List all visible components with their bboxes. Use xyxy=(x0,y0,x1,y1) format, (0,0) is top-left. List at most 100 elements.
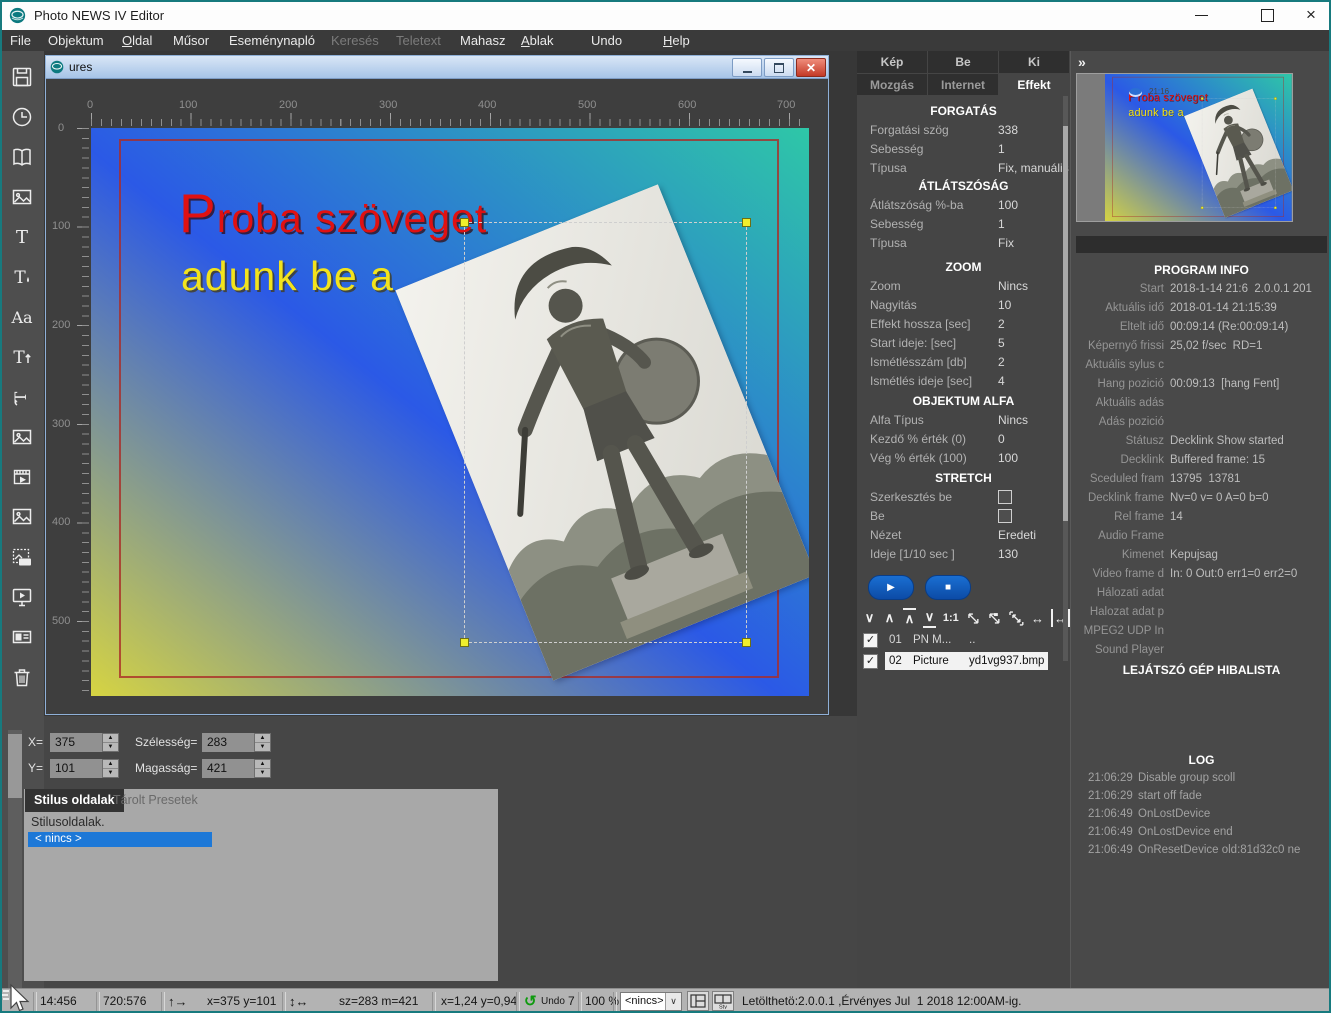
tab-mozgas[interactable]: Mozgás xyxy=(857,73,928,95)
alfa-tipus-value[interactable]: Nincs xyxy=(998,413,1028,427)
one-to-one-icon[interactable]: 1:1 xyxy=(943,609,959,627)
preview-clock: 21:16 xyxy=(1149,87,1169,96)
menu-help[interactable]: Help xyxy=(663,30,690,51)
layer1-checkbox[interactable]: ✓ xyxy=(863,633,878,648)
atlatszosag-value[interactable]: 100 xyxy=(998,198,1018,212)
tipusa2-value[interactable]: Fix xyxy=(998,236,1014,250)
card-icon[interactable] xyxy=(0,617,44,657)
text-up-icon[interactable]: T xyxy=(0,337,44,377)
book-icon[interactable] xyxy=(0,137,44,177)
stop-button[interactable]: ■ xyxy=(925,575,971,600)
gif-image-icon[interactable]: GIF xyxy=(0,537,44,577)
ismetles-ideje-value[interactable]: 4 xyxy=(998,374,1005,388)
minimize-button[interactable] xyxy=(1178,0,1224,30)
undo-icon[interactable]: ↺ xyxy=(524,989,537,1013)
tab-kep[interactable]: Kép xyxy=(857,51,928,73)
section-forgatas: FORGATÁS xyxy=(857,102,1070,120)
nagyitas-value[interactable]: 10 xyxy=(998,298,1011,312)
move-up-icon[interactable]: ∧ xyxy=(883,609,896,627)
selection-box[interactable] xyxy=(464,222,747,643)
selection-handle-tl[interactable] xyxy=(460,218,469,227)
menu-objektum[interactable]: Objektum xyxy=(48,30,104,51)
layer2-checkbox[interactable]: ✓ xyxy=(863,654,878,669)
selection-handle-br[interactable] xyxy=(742,638,751,647)
y-stepper[interactable]: ▲▼ xyxy=(102,759,119,778)
document-title-bar[interactable]: ures ✕ xyxy=(46,56,828,79)
move-to-bottom-icon[interactable]: ∨ xyxy=(923,608,936,628)
move-to-top-icon[interactable]: ∧ xyxy=(903,608,916,628)
effect-panel-scrollbar[interactable] xyxy=(1063,96,1068,661)
font-icon[interactable]: Aa xyxy=(0,297,44,337)
preset-dropdown[interactable]: <nincs> ∨ xyxy=(620,992,682,1011)
play-button[interactable]: ▶ xyxy=(868,575,914,600)
be-checkbox[interactable] xyxy=(998,509,1012,523)
move-down-icon[interactable]: ∨ xyxy=(863,609,876,627)
sebesseg-value[interactable]: 1 xyxy=(998,142,1005,156)
y-input[interactable]: 101 xyxy=(50,759,102,778)
screen-video-icon[interactable] xyxy=(0,577,44,617)
menu-musor[interactable]: Műsor xyxy=(173,30,209,51)
start-ideje-value[interactable]: 5 xyxy=(998,336,1005,350)
menu-undo[interactable]: Undo xyxy=(591,30,622,51)
veg-ertek-value[interactable]: 100 xyxy=(998,451,1018,465)
style-page-selected-item[interactable]: < nincs > xyxy=(28,832,212,847)
layer-row-1[interactable]: ✓ 01PN M..... xyxy=(863,631,1070,649)
width-icon[interactable]: ↔ xyxy=(1031,609,1044,627)
x-stepper[interactable]: ▲▼ xyxy=(102,733,119,752)
effekt-hossza-value[interactable]: 2 xyxy=(998,317,1005,331)
vertical-scrollbar[interactable] xyxy=(8,730,22,988)
image-icon[interactable] xyxy=(0,177,44,217)
ideje-value[interactable]: 130 xyxy=(998,547,1018,561)
clock-icon[interactable] xyxy=(0,97,44,137)
layer-row-2[interactable]: ✓ 02Pictureyd1vg937.bmp xyxy=(863,652,1070,670)
text-rotate-icon[interactable]: T xyxy=(0,377,44,417)
menu-mahasz[interactable]: Mahasz xyxy=(460,30,506,51)
sebesseg2-value[interactable]: 1 xyxy=(998,217,1005,231)
selection-handle-tr[interactable] xyxy=(742,218,751,227)
forgatasi-szog-value[interactable]: 338 xyxy=(998,123,1018,137)
canvas-text-line1[interactable]: Proba szöveget xyxy=(179,186,487,241)
tipusa-value[interactable]: Fix, manuális xyxy=(998,161,1069,175)
close-button[interactable]: × xyxy=(1288,0,1331,30)
menu-oldal[interactable]: Oldal xyxy=(122,30,152,51)
canvas-text-line2[interactable]: adunk be a xyxy=(181,256,394,297)
tab-internet[interactable]: Internet xyxy=(928,73,999,95)
text-icon[interactable]: T xyxy=(0,217,44,257)
tab-be[interactable]: Be xyxy=(928,51,999,73)
maximize-button[interactable] xyxy=(1244,0,1290,30)
width-stepper[interactable]: ▲▼ xyxy=(254,733,271,752)
video-icon[interactable] xyxy=(0,457,44,497)
doc-restore-button[interactable] xyxy=(764,58,794,77)
layout-button-sty[interactable]: Sty xyxy=(712,991,734,1011)
nezet-value[interactable]: Eredeti xyxy=(998,528,1036,542)
zoom-value[interactable]: Nincs xyxy=(998,279,1028,293)
x-input[interactable]: 375 xyxy=(50,733,102,752)
layout-button-1[interactable] xyxy=(687,991,709,1011)
menu-file[interactable]: File xyxy=(10,30,31,51)
menu-esemenynaplo[interactable]: Eseménynapló xyxy=(229,30,315,51)
doc-minimize-button[interactable] xyxy=(732,58,762,77)
menu-ablak[interactable]: Ablak xyxy=(521,30,554,51)
height-stepper[interactable]: ▲▼ xyxy=(254,759,271,778)
collapse-panel-icon[interactable]: » xyxy=(1078,54,1086,70)
selection-handle-bl[interactable] xyxy=(460,638,469,647)
document-icon xyxy=(50,60,64,74)
doc-close-button[interactable]: ✕ xyxy=(796,58,826,77)
tab-effekt[interactable]: Effekt xyxy=(999,73,1070,95)
resize-locked-icon[interactable] xyxy=(987,609,1002,627)
width-input[interactable]: 283 xyxy=(202,733,254,752)
trash-icon[interactable] xyxy=(0,657,44,697)
resize-corner-icon[interactable] xyxy=(1009,609,1024,627)
save-icon[interactable] xyxy=(0,57,44,97)
image3-icon[interactable] xyxy=(0,497,44,537)
tab-ki[interactable]: Ki xyxy=(999,51,1070,73)
image2-icon[interactable] xyxy=(0,417,44,457)
resize-diagonal-icon[interactable] xyxy=(966,609,981,627)
tab-stored-presets[interactable]: Tárolt Presetek xyxy=(104,789,207,812)
height-input[interactable]: 421 xyxy=(202,759,254,778)
canvas-scene[interactable]: Proba szöveget adunk be a xyxy=(91,128,809,696)
szerkesztes-be-checkbox[interactable] xyxy=(998,490,1012,504)
text-drop-icon[interactable]: T xyxy=(0,257,44,297)
kezdo-ertek-value[interactable]: 0 xyxy=(998,432,1005,446)
ismetlesszam-value[interactable]: 2 xyxy=(998,355,1005,369)
